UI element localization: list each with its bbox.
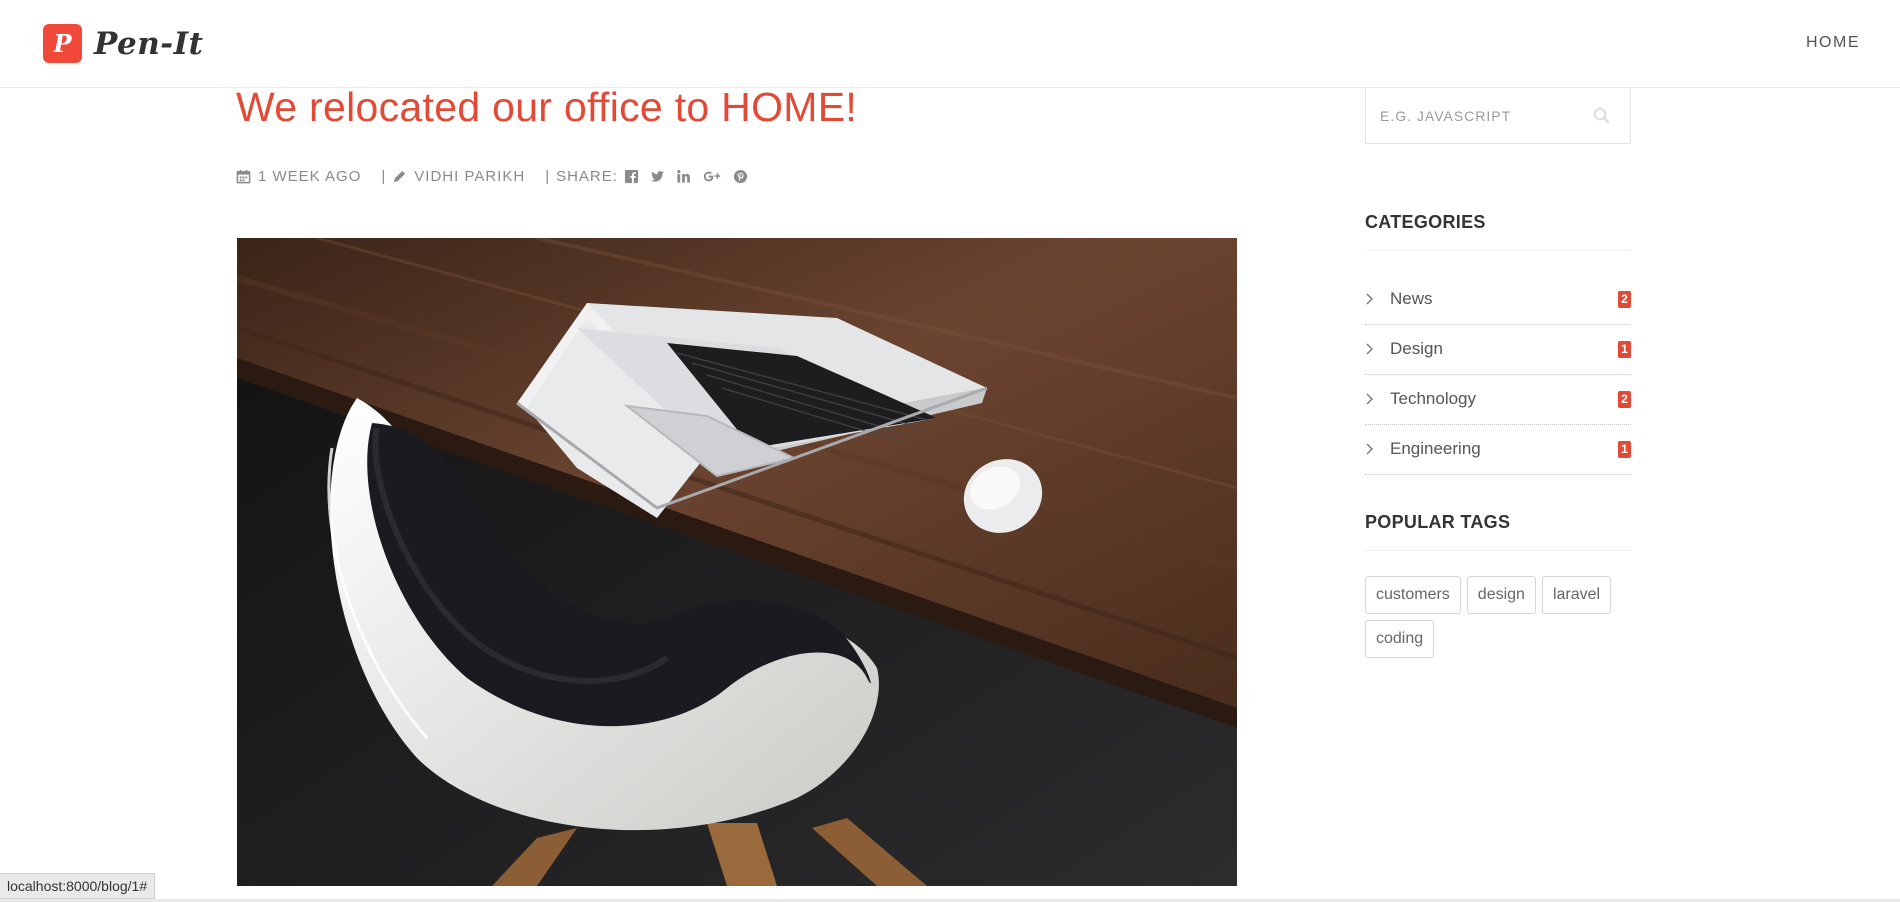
category-name: Design — [1390, 339, 1443, 358]
category-count-badge: 2 — [1618, 391, 1631, 408]
office-desk-illustration — [237, 238, 1237, 886]
twitter-icon[interactable] — [650, 169, 665, 184]
brand-name: Pen-It — [94, 25, 204, 62]
brand-logo[interactable]: P Pen-It — [43, 24, 203, 63]
post-title: We relocated our office to HOME! — [236, 84, 858, 130]
popular-tags-title: POPULAR TAGS — [1365, 512, 1511, 532]
post-meta: 1 WEEK AGO | VIDHI PARIKH | SHARE: — [236, 168, 748, 185]
logo-mark: P — [43, 24, 82, 63]
share-label: SHARE: — [556, 168, 618, 185]
chevron-right-icon — [1366, 393, 1373, 405]
meta-separator: | — [545, 168, 551, 185]
category-item-engineering[interactable]: Engineering 1 — [1365, 425, 1631, 475]
tag-link[interactable]: design — [1466, 576, 1536, 614]
category-name: Engineering — [1390, 439, 1481, 458]
category-count-badge: 2 — [1618, 291, 1631, 308]
post-featured-image — [237, 238, 1237, 886]
category-name: Technology — [1390, 389, 1477, 408]
category-item-technology[interactable]: Technology 2 — [1365, 375, 1631, 425]
top-navbar: P Pen-It HOME — [0, 0, 1900, 88]
meta-separator: | — [381, 168, 387, 185]
categories-title: CATEGORIES — [1365, 212, 1486, 232]
category-count-badge: 1 — [1618, 441, 1631, 458]
nav-home-link[interactable]: HOME — [1806, 34, 1860, 52]
pinterest-icon[interactable] — [733, 169, 748, 184]
category-count-badge: 1 — [1618, 341, 1631, 358]
widget-divider — [1365, 550, 1631, 551]
chevron-right-icon — [1366, 293, 1373, 305]
search-icon[interactable] — [1593, 107, 1610, 124]
category-name: News — [1390, 289, 1433, 308]
search-input[interactable] — [1380, 105, 1580, 127]
linkedin-icon[interactable] — [676, 169, 691, 184]
post-date: 1 WEEK AGO — [258, 168, 362, 185]
chevron-right-icon — [1366, 343, 1373, 355]
tag-cloud: customers design laravel coding — [1365, 576, 1645, 664]
calendar-icon — [236, 169, 251, 184]
tag-link[interactable]: laravel — [1541, 576, 1612, 614]
tag-link[interactable]: customers — [1365, 576, 1461, 614]
browser-status-url: localhost:8000/blog/1# — [0, 873, 156, 899]
category-item-design[interactable]: Design 1 — [1365, 325, 1631, 375]
pencil-icon — [394, 170, 406, 183]
facebook-icon[interactable] — [624, 169, 639, 184]
categories-list: News 2 Design 1 Technology 2 Engineering… — [1365, 275, 1631, 475]
category-item-news[interactable]: News 2 — [1365, 275, 1631, 325]
sidebar-search — [1365, 88, 1631, 144]
google-plus-icon[interactable] — [702, 169, 722, 184]
tag-link[interactable]: coding — [1365, 620, 1435, 658]
post-author[interactable]: VIDHI PARIKH — [414, 168, 525, 185]
widget-divider — [1365, 250, 1631, 251]
chevron-right-icon — [1366, 443, 1373, 455]
